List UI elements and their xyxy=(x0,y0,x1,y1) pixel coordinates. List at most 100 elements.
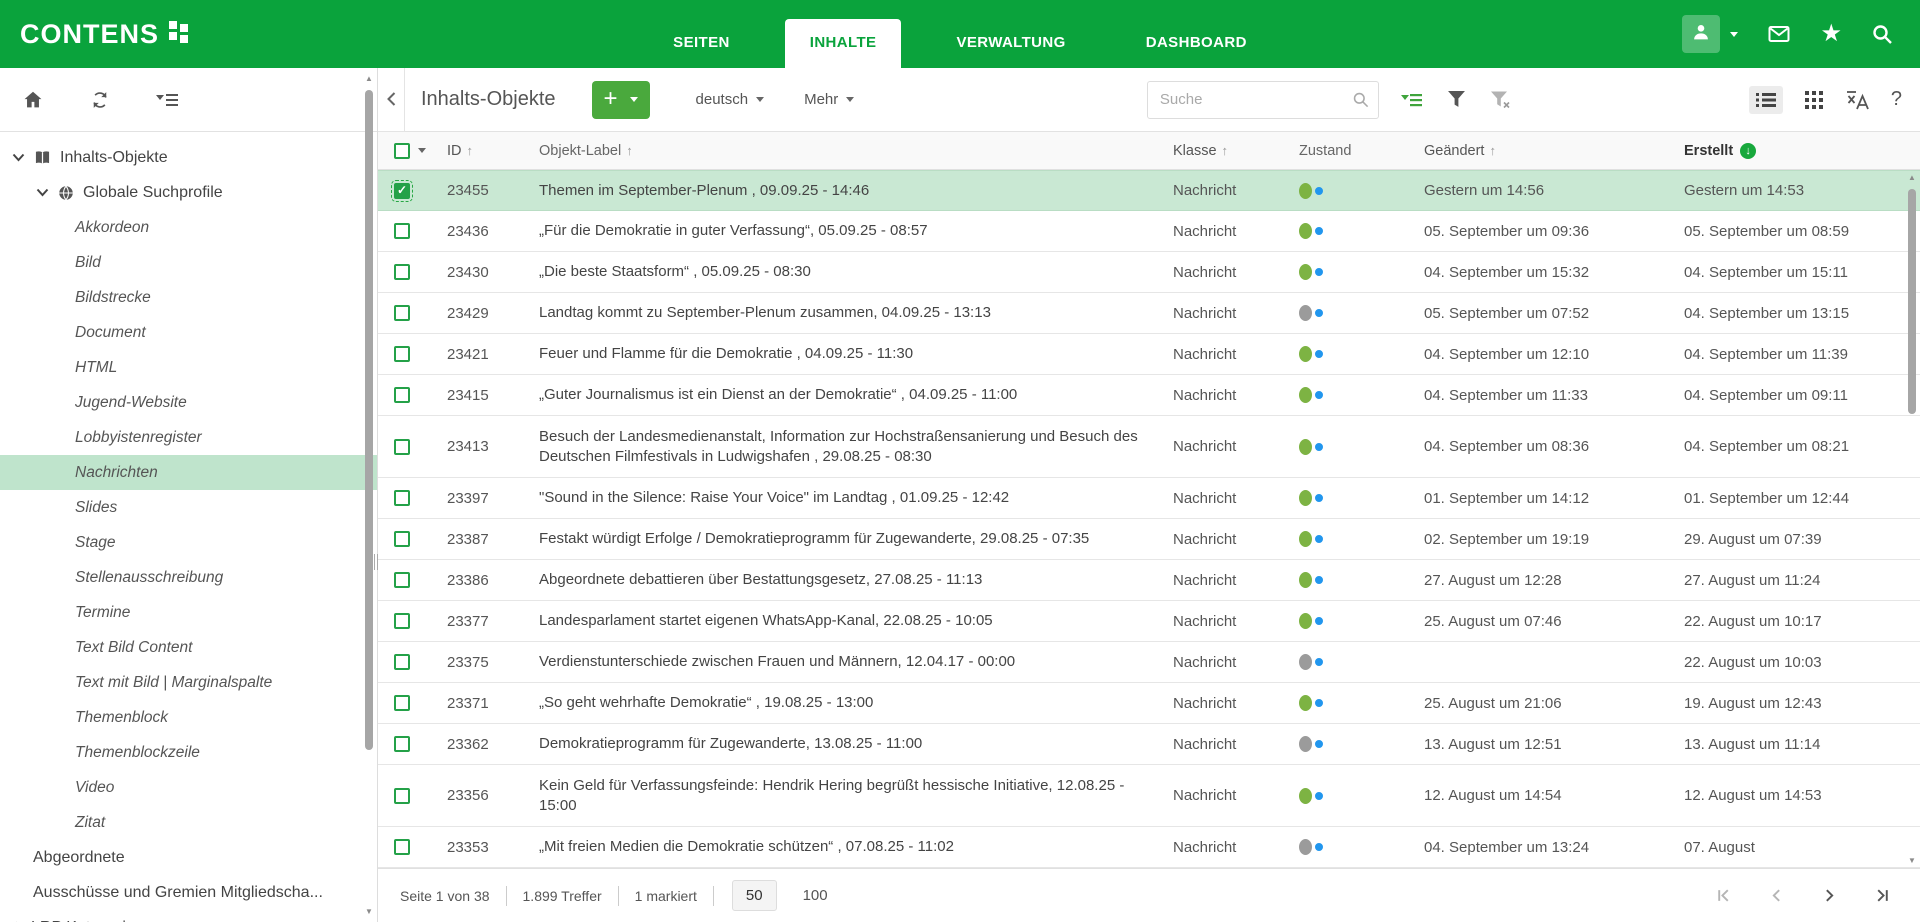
favorites-star-icon[interactable]: ★ xyxy=(1820,22,1842,46)
row-checkbox[interactable] xyxy=(394,387,410,403)
table-row[interactable]: 23429 Landtag kommt zu September-Plenum … xyxy=(378,293,1920,334)
page-size-50-button[interactable]: 50 xyxy=(732,880,777,911)
add-menu-caret-icon[interactable] xyxy=(630,97,638,102)
table-row[interactable]: 23377 Landesparlament startet eigenen Wh… xyxy=(378,601,1920,642)
search-input[interactable] xyxy=(1147,81,1379,119)
search-icon[interactable] xyxy=(1351,90,1370,114)
sidebar-item-zitat[interactable]: Zitat xyxy=(0,805,377,840)
column-header-zustand[interactable]: Zustand xyxy=(1299,143,1424,159)
saved-search-icon[interactable] xyxy=(1401,92,1423,108)
sidebar-item-themenblock[interactable]: Themenblock xyxy=(0,700,377,735)
filter-icon[interactable] xyxy=(1447,90,1466,109)
row-checkbox[interactable] xyxy=(394,572,410,588)
scroll-down-icon[interactable]: ▼ xyxy=(363,907,375,916)
list-view-icon[interactable] xyxy=(1749,86,1783,114)
row-checkbox[interactable] xyxy=(394,264,410,280)
prev-page-icon[interactable] xyxy=(1769,888,1784,903)
row-object-label[interactable]: „Die beste Staatsform“ , 05.09.25 - 08:3… xyxy=(539,262,1173,282)
table-row[interactable]: 23413 Besuch der Landesmedienanstalt, In… xyxy=(378,416,1920,478)
column-header-geaendert[interactable]: Geändert↑ xyxy=(1424,143,1684,159)
tab-inhalte[interactable]: INHALTE xyxy=(785,19,902,68)
row-object-label[interactable]: Demokratieprogramm für Zugewanderte, 13.… xyxy=(539,734,1173,754)
row-checkbox[interactable] xyxy=(394,736,410,752)
global-search-icon[interactable] xyxy=(1870,22,1894,46)
scroll-down-icon[interactable]: ▼ xyxy=(1906,856,1918,865)
sidebar-item-slides[interactable]: Slides xyxy=(0,490,377,525)
row-object-label[interactable]: „Guter Journalismus ist ein Dienst an de… xyxy=(539,385,1173,405)
page-size-100-button[interactable]: 100 xyxy=(803,887,828,904)
sidebar-item-video[interactable]: Video xyxy=(0,770,377,805)
sidebar-scrollbar-thumb[interactable] xyxy=(365,90,373,750)
sidebar-item-termine[interactable]: Termine xyxy=(0,595,377,630)
row-checkbox[interactable] xyxy=(394,695,410,711)
add-object-button[interactable]: + xyxy=(592,81,650,119)
row-object-label[interactable]: „Für die Demokratie in guter Verfassung“… xyxy=(539,221,1173,241)
column-header-id[interactable]: ID↑ xyxy=(447,143,539,159)
row-checkbox[interactable] xyxy=(394,531,410,547)
user-avatar-button[interactable] xyxy=(1682,15,1720,53)
sidebar-item-abgeordnete[interactable]: Abgeordnete xyxy=(0,840,377,875)
table-row[interactable]: 23430 „Die beste Staatsform“ , 05.09.25 … xyxy=(378,252,1920,293)
column-header-klasse[interactable]: Klasse↑ xyxy=(1173,143,1299,159)
mail-icon[interactable] xyxy=(1766,22,1792,46)
row-checkbox[interactable] xyxy=(394,223,410,239)
row-checkbox[interactable] xyxy=(394,654,410,670)
more-dropdown[interactable]: Mehr xyxy=(804,91,854,108)
column-header-objekt-label[interactable]: Objekt-Label↑ xyxy=(539,141,1173,161)
sidebar-item-globale-suchprofile[interactable]: Globale Suchprofile xyxy=(0,175,377,210)
help-icon[interactable]: ? xyxy=(1891,88,1902,111)
row-object-label[interactable]: „Mit freien Medien die Demokratie schütz… xyxy=(539,837,1173,857)
row-checkbox[interactable] xyxy=(394,839,410,855)
table-row[interactable]: 23387 Festakt würdigt Erfolge / Demokrat… xyxy=(378,519,1920,560)
table-row[interactable]: 23415 „Guter Journalismus ist ein Dienst… xyxy=(378,375,1920,416)
row-checkbox[interactable] xyxy=(394,490,410,506)
sidebar-item-bild[interactable]: Bild xyxy=(0,245,377,280)
row-checkbox[interactable] xyxy=(394,439,410,455)
sidebar-item-lrp-kategorien[interactable]: LRP Kategorien xyxy=(0,910,377,922)
table-row[interactable]: 23386 Abgeordnete debattieren über Besta… xyxy=(378,560,1920,601)
sidebar-item-themenblockzeile[interactable]: Themenblockzeile xyxy=(0,735,377,770)
table-row[interactable]: 23375 Verdienstunterschiede zwischen Fra… xyxy=(378,642,1920,683)
table-scrollbar-thumb[interactable] xyxy=(1908,189,1916,414)
sidebar-item-ausschüsse-und-gremien-mitgliedscha[interactable]: Ausschüsse und Gremien Mitgliedscha... xyxy=(0,875,377,910)
grid-view-icon[interactable] xyxy=(1805,91,1823,109)
sidebar-item-text-mit-bild-marginalspalte[interactable]: Text mit Bild | Marginalspalte xyxy=(0,665,377,700)
row-object-label[interactable]: Abgeordnete debattieren über Bestattungs… xyxy=(539,570,1173,590)
row-checkbox[interactable] xyxy=(394,346,410,362)
column-header-erstellt[interactable]: Erstellt↓ xyxy=(1684,143,1920,159)
sidebar-item-bildstrecke[interactable]: Bildstrecke xyxy=(0,280,377,315)
sidebar-item-stellenausschreibung[interactable]: Stellenausschreibung xyxy=(0,560,377,595)
chevron-down-icon[interactable] xyxy=(12,153,25,162)
tree-config-icon[interactable] xyxy=(156,92,178,108)
tab-seiten[interactable]: SEITEN xyxy=(648,19,755,68)
collapse-sidebar-button[interactable] xyxy=(378,68,405,132)
last-page-icon[interactable] xyxy=(1875,888,1890,903)
first-page-icon[interactable] xyxy=(1716,888,1731,903)
row-object-label[interactable]: Kein Geld für Verfassungsfeinde: Hendrik… xyxy=(539,776,1173,816)
refresh-icon[interactable] xyxy=(90,90,110,110)
sidebar-item-html[interactable]: HTML xyxy=(0,350,377,385)
language-dropdown[interactable]: deutsch xyxy=(696,91,765,108)
table-row[interactable]: 23397 "Sound in the Silence: Raise Your … xyxy=(378,478,1920,519)
sidebar-item-jugend-website[interactable]: Jugend-Website xyxy=(0,385,377,420)
select-menu-caret-icon[interactable] xyxy=(418,148,426,153)
table-row[interactable]: 23371 „So geht wehrhafte Demokratie“ , 1… xyxy=(378,683,1920,724)
sidebar-item-text-bild-content[interactable]: Text Bild Content xyxy=(0,630,377,665)
sidebar-item-inhalts-objekte[interactable]: Inhalts-Objekte xyxy=(0,140,377,175)
row-checkbox[interactable] xyxy=(394,788,410,804)
row-object-label[interactable]: Festakt würdigt Erfolge / Demokratieprog… xyxy=(539,529,1173,549)
sidebar-scrollbar[interactable]: ▲ ▼ xyxy=(363,74,375,916)
row-object-label[interactable]: Feuer und Flamme für die Demokratie , 04… xyxy=(539,344,1173,364)
filter-clear-icon[interactable] xyxy=(1490,90,1511,109)
row-checkbox[interactable] xyxy=(394,305,410,321)
table-row[interactable]: 23362 Demokratieprogramm für Zugewandert… xyxy=(378,724,1920,765)
table-row[interactable]: 23421 Feuer und Flamme für die Demokrati… xyxy=(378,334,1920,375)
table-row[interactable]: 23436 „Für die Demokratie in guter Verfa… xyxy=(378,211,1920,252)
table-row[interactable]: 23356 Kein Geld für Verfassungsfeinde: H… xyxy=(378,765,1920,827)
sidebar-item-nachrichten[interactable]: Nachrichten xyxy=(0,455,377,490)
select-all-checkbox[interactable] xyxy=(394,143,410,159)
table-row[interactable]: 23455 Themen im September-Plenum , 09.09… xyxy=(378,170,1920,211)
translate-icon[interactable] xyxy=(1845,90,1869,110)
row-object-label[interactable]: Landtag kommt zu September-Plenum zusamm… xyxy=(539,303,1173,323)
scroll-up-icon[interactable]: ▲ xyxy=(363,74,375,83)
